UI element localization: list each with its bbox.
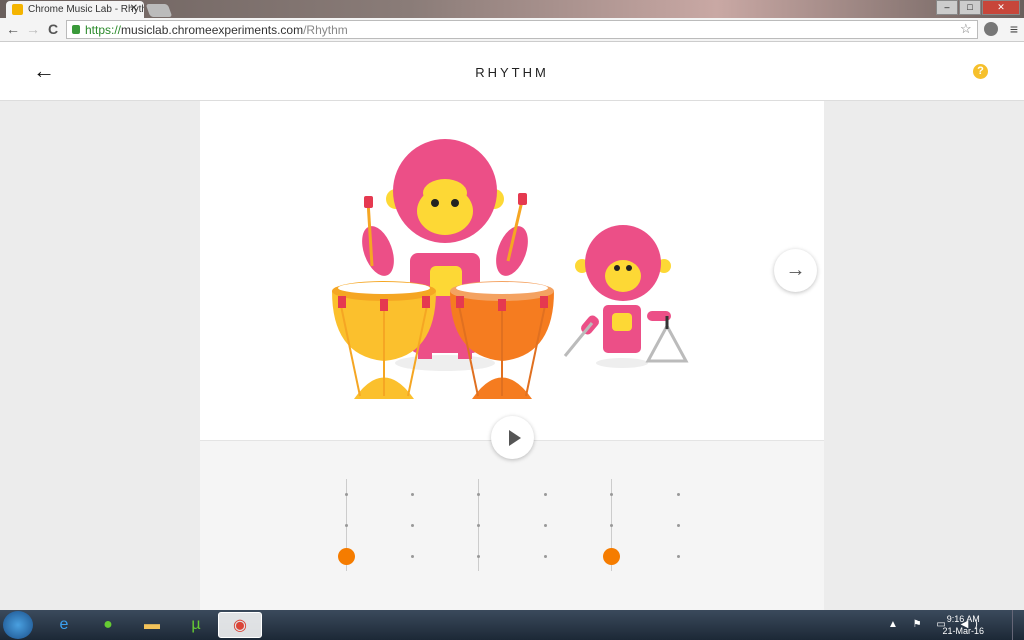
- grid-cell[interactable]: [477, 554, 481, 558]
- browser-tab[interactable]: Chrome Music Lab - Rhythm ✕: [6, 1, 144, 18]
- close-window-button[interactable]: ✕: [982, 0, 1020, 15]
- grid-cell[interactable]: [610, 492, 614, 496]
- small-monkey: [563, 225, 689, 368]
- clock[interactable]: 9:16 AM 21-Mar-16: [942, 613, 984, 637]
- taskbar-download-manager-icon[interactable]: ●: [86, 612, 130, 638]
- help-button[interactable]: ?: [973, 64, 988, 79]
- url-path: /Rhythm: [303, 23, 348, 37]
- play-button[interactable]: [491, 416, 534, 459]
- url-host: musiclab.chromeexperiments.com: [121, 23, 304, 37]
- grid-cell[interactable]: [477, 523, 481, 527]
- taskbar-utorrent-icon[interactable]: µ: [174, 612, 218, 638]
- address-bar[interactable]: https://musiclab.chromeexperiments.com/R…: [66, 20, 978, 39]
- lock-icon: [72, 25, 80, 34]
- minimize-button[interactable]: –: [936, 0, 958, 15]
- grid-cell[interactable]: [410, 492, 414, 496]
- grid-cell-active[interactable]: [603, 547, 621, 565]
- animation-stage: [200, 101, 824, 440]
- windows-taskbar: e ● ▬ µ ◉ ▲ ⚑ ▭ ◀) 9:16 AM 21-Mar-16: [0, 610, 1024, 640]
- tab-bar: Chrome Music Lab - Rhythm ✕ – □ ✕: [0, 0, 1024, 18]
- reload-icon[interactable]: C: [48, 21, 58, 37]
- browser-toolbar: ← → C https://musiclab.chromeexperiments…: [0, 18, 1024, 42]
- taskbar-ie-icon[interactable]: e: [42, 612, 86, 638]
- grid-cell[interactable]: [676, 523, 680, 527]
- tab-title: Chrome Music Lab - Rhythm: [28, 4, 144, 15]
- grid-cell[interactable]: [676, 492, 680, 496]
- grid-cell[interactable]: [610, 523, 614, 527]
- extension-icon[interactable]: [984, 22, 998, 36]
- taskbar-chrome-icon[interactable]: ◉: [218, 612, 262, 638]
- grid-cell[interactable]: [676, 554, 680, 558]
- grid-cell[interactable]: [344, 492, 348, 496]
- maximize-button[interactable]: □: [959, 0, 981, 15]
- grid-cell[interactable]: [410, 554, 414, 558]
- favicon-icon: [12, 4, 23, 15]
- grid-cell[interactable]: [344, 523, 348, 527]
- grid-cell[interactable]: [543, 523, 547, 527]
- yellow-drum: [332, 281, 436, 399]
- grid-cell-active[interactable]: [337, 547, 355, 565]
- grid-cell[interactable]: [543, 554, 547, 558]
- page-title: RHYTHM: [475, 65, 549, 80]
- clock-time: 9:16 AM: [946, 614, 980, 624]
- grid-cell[interactable]: [477, 492, 481, 496]
- next-instrument-button[interactable]: →: [774, 249, 817, 292]
- monkeys-illustration: [332, 139, 689, 399]
- sequencer-panel: [200, 440, 824, 610]
- back-icon[interactable]: ←: [6, 21, 20, 37]
- taskbar-explorer-icon[interactable]: ▬: [130, 612, 174, 638]
- clock-date: 21-Mar-16: [942, 626, 984, 636]
- grid-cell[interactable]: [543, 492, 547, 496]
- new-tab-button[interactable]: [145, 4, 173, 17]
- grid-cell[interactable]: [410, 523, 414, 527]
- start-button[interactable]: [3, 611, 33, 639]
- orange-drum: [450, 281, 554, 399]
- close-tab-icon[interactable]: ✕: [130, 3, 138, 14]
- page-header: ← RHYTHM ?: [0, 42, 1024, 101]
- url-scheme: https://: [85, 23, 122, 37]
- bookmark-star-icon[interactable]: ☆: [960, 21, 972, 37]
- forward-icon[interactable]: →: [26, 21, 40, 37]
- show-desktop-button[interactable]: [1012, 610, 1024, 640]
- menu-icon[interactable]: ≡: [1010, 21, 1018, 37]
